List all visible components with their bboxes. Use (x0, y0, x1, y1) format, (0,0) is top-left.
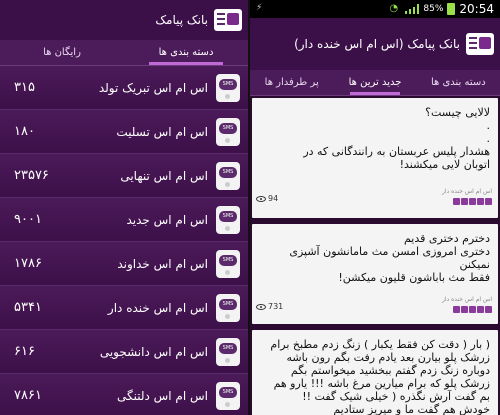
tab-categories[interactable]: دسته بندی ها (124, 40, 248, 65)
star-icon (485, 306, 492, 313)
category-count: ۵۳۴۱ (14, 300, 42, 315)
sms-icon: SMS (216, 205, 240, 234)
view-count: 94 (256, 194, 278, 203)
rating-stars[interactable] (453, 306, 492, 313)
sms-icon: SMS (216, 337, 240, 366)
star-icon (485, 198, 492, 205)
sms-icon: SMS (216, 161, 240, 190)
post-footer: اس ام اس خنده دار 94 (256, 188, 492, 218)
post-card[interactable]: ( بار ( دقت کن فقط یکبار ) زنگ زدم مطبخ … (252, 330, 498, 415)
post-category: اس ام اس خنده دار (441, 296, 492, 303)
star-icon (477, 306, 484, 313)
category-label: اس ام اس جدید (126, 212, 208, 227)
signal-icon (405, 4, 420, 14)
tab-bar: دسته بندی ها رایگان ها (0, 40, 248, 66)
app-title: بانک پیامک (155, 13, 208, 27)
category-label: اس ام اس دلتنگی (116, 388, 208, 403)
category-count: ۲۳۵۷۶ (14, 168, 49, 183)
category-item[interactable]: ۵۳۴۱ اس ام اس خنده دار SMS (0, 286, 248, 330)
app-title: بانک پیامک (اس ام اس خنده دار) (294, 37, 460, 51)
battery-icon (447, 3, 456, 15)
post-footer: اس ام اس خنده دار 731 (256, 296, 492, 326)
status-bar: ⚡ ◔ 85% 20:54 (250, 0, 500, 18)
post-card[interactable]: لالایی چیست؟ . . هشدار پلیس عربستان به ر… (252, 98, 498, 218)
post-text: لالایی چیست؟ . . هشدار پلیس عربستان به ر… (303, 106, 490, 171)
category-count: ۱۸۰ (14, 124, 35, 139)
sms-icon: SMS (216, 249, 240, 278)
tab-categories[interactable]: دسته بندی ها (417, 70, 500, 95)
sms-icon: SMS (216, 73, 240, 102)
category-label: اس ام اس تنهایی (120, 168, 208, 183)
category-item[interactable]: ۱۸۰ اس ام اس تسلیت SMS (0, 110, 248, 154)
clock: 20:54 (459, 2, 494, 16)
categories-screen: بانک پیامک دسته بندی ها رایگان ها ۳۱۵ اس … (0, 0, 248, 415)
eye-icon (256, 195, 266, 202)
star-icon (461, 306, 468, 313)
post-text: ( بار ( دقت کن فقط یکبار ) زنگ زدم مطبخ … (270, 338, 490, 415)
category-label: اس ام اس خنده دار (107, 300, 208, 315)
sms-icon: SMS (216, 381, 240, 410)
category-item[interactable]: ۱۷۸۶ اس ام اس خداوند SMS (0, 242, 248, 286)
star-icon (477, 198, 484, 205)
tab-popular[interactable]: پر طرفدار ها (250, 70, 333, 95)
sms-icon: SMS (216, 117, 240, 146)
category-label: اس ام اس دانشجویی (99, 344, 208, 359)
category-item[interactable]: ۶۱۶ اس ام اس دانشجویی SMS (0, 330, 248, 374)
category-label: اس ام اس خداوند (117, 256, 208, 271)
category-count: ۶۱۶ (14, 344, 35, 359)
category-label: اس ام اس تبریک تولد (98, 80, 208, 95)
category-label: اس ام اس تسلیت (116, 124, 208, 139)
star-icon (453, 198, 460, 205)
posts-screen: ⚡ ◔ 85% 20:54 بانک پیامک (اس ام اس خنده … (250, 0, 500, 415)
category-item[interactable]: ۳۱۵ اس ام اس تبریک تولد SMS (0, 66, 248, 110)
category-item[interactable]: ۲۳۵۷۶ اس ام اس تنهایی SMS (0, 154, 248, 198)
post-category: اس ام اس خنده دار (441, 188, 492, 195)
tab-free[interactable]: رایگان ها (0, 40, 124, 65)
star-icon (469, 198, 476, 205)
category-count: ۱۷۸۶ (14, 256, 42, 271)
star-icon (469, 306, 476, 313)
sms-icon: SMS (216, 293, 240, 322)
app-bar: بانک پیامک (اس ام اس خنده دار) (250, 18, 500, 70)
rating-stars[interactable] (453, 198, 492, 205)
eye-icon (256, 303, 266, 310)
wifi-icon: ◔ (389, 3, 399, 14)
app-logo-icon[interactable] (466, 33, 494, 55)
view-count: 731 (256, 302, 283, 311)
category-item[interactable]: ۷۸۶۱ اس ام اس دلتنگی SMS (0, 374, 248, 415)
tab-newest[interactable]: جدید ترین ها (333, 70, 416, 95)
post-text: دخترم دختری قدیم دختری امروزی امسن مث ما… (289, 232, 490, 284)
category-count: ۹۰۰۱ (14, 212, 42, 227)
battery-percent: 85% (423, 4, 444, 14)
app-bar: بانک پیامک (0, 0, 248, 40)
star-icon (461, 198, 468, 205)
star-icon (453, 306, 460, 313)
usb-icon: ⚡ (256, 3, 263, 13)
category-count: ۷۸۶۱ (14, 388, 42, 403)
app-logo-icon[interactable] (214, 9, 242, 31)
category-count: ۳۱۵ (14, 80, 35, 95)
category-item[interactable]: ۹۰۰۱ اس ام اس جدید SMS (0, 198, 248, 242)
post-card[interactable]: دخترم دختری قدیم دختری امروزی امسن مث ما… (252, 224, 498, 324)
tab-bar: دسته بندی ها جدید ترین ها پر طرفدار ها (250, 70, 500, 96)
